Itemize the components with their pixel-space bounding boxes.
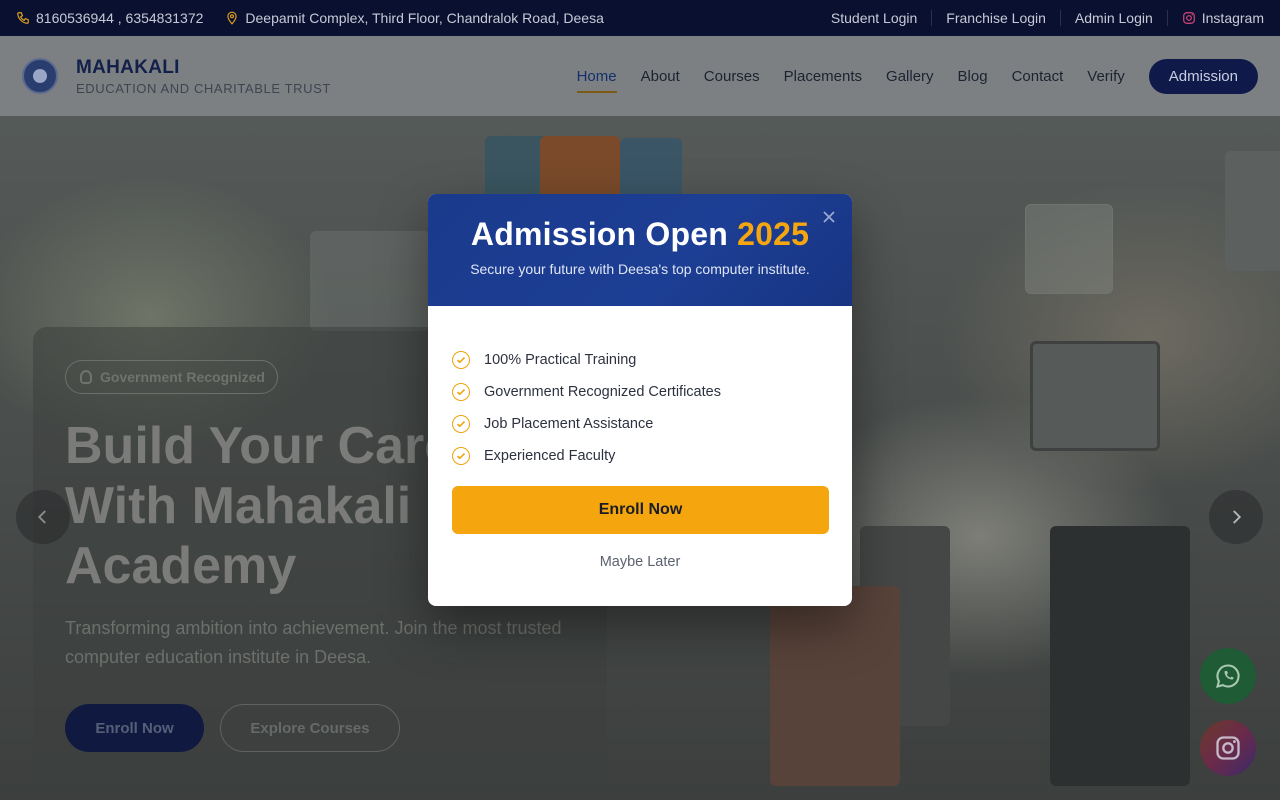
feature-item: Experienced Faculty bbox=[452, 440, 852, 472]
check-circle-icon bbox=[452, 415, 470, 433]
modal-subtitle: Secure your future with Deesa's top comp… bbox=[470, 261, 810, 277]
feature-label: 100% Practical Training bbox=[484, 352, 637, 368]
check-circle-icon bbox=[452, 447, 470, 465]
admission-modal: Admission Open 2025 Secure your future w… bbox=[428, 194, 852, 606]
modal-title-year: 2025 bbox=[737, 216, 810, 252]
feature-list: 100% Practical Training Government Recog… bbox=[428, 306, 852, 472]
feature-item: Government Recognized Certificates bbox=[452, 376, 852, 408]
feature-item: Job Placement Assistance bbox=[452, 408, 852, 440]
maybe-later-button[interactable]: Maybe Later bbox=[428, 554, 852, 570]
modal-title-text: Admission Open bbox=[470, 216, 728, 252]
close-icon[interactable] bbox=[822, 210, 836, 224]
feature-label: Government Recognized Certificates bbox=[484, 384, 721, 400]
feature-item: 100% Practical Training bbox=[452, 344, 852, 376]
check-circle-icon bbox=[452, 383, 470, 401]
modal-header: Admission Open 2025 Secure your future w… bbox=[428, 194, 852, 306]
modal-enroll-button[interactable]: Enroll Now bbox=[452, 486, 829, 534]
feature-label: Experienced Faculty bbox=[484, 448, 616, 464]
feature-label: Job Placement Assistance bbox=[484, 416, 654, 432]
check-circle-icon bbox=[452, 351, 470, 369]
modal-title: Admission Open 2025 bbox=[428, 194, 852, 253]
